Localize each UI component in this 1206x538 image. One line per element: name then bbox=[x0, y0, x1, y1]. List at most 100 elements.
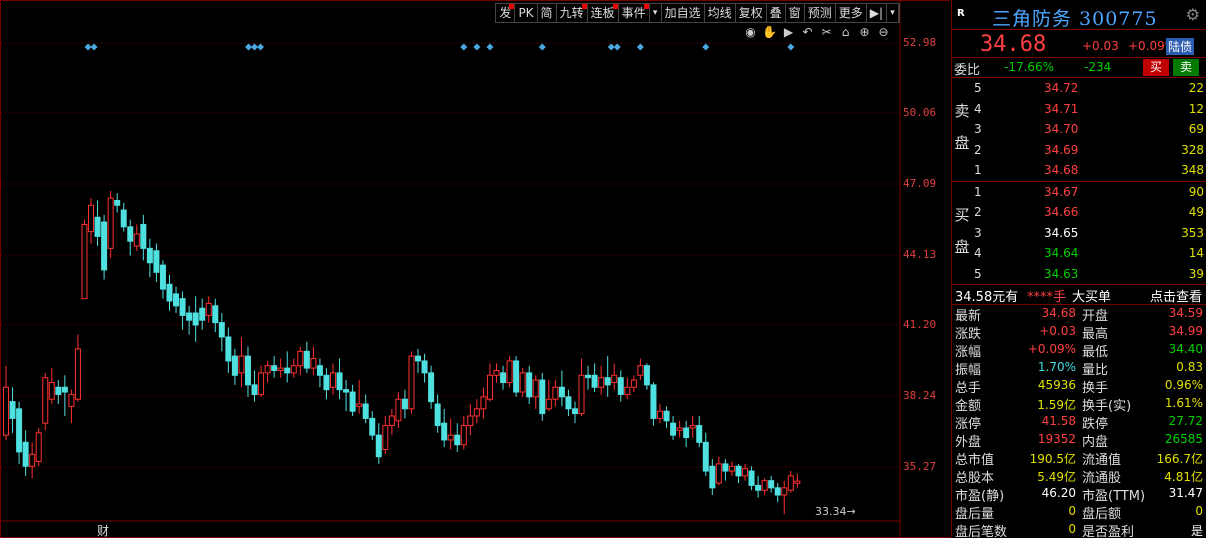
bids-row[interactable]: 3 34.65 353 bbox=[952, 223, 1206, 244]
toolbar-item-11[interactable]: 窗 bbox=[786, 4, 805, 22]
candle[interactable] bbox=[526, 365, 533, 405]
finance-tag[interactable]: 财 bbox=[97, 522, 109, 538]
event-marker-icon[interactable] bbox=[84, 43, 92, 51]
big-order-row[interactable]: 34.58元有 ****手 大买单 点击查看 bbox=[952, 285, 1206, 305]
event-marker-icon[interactable] bbox=[257, 43, 265, 51]
event-marker-icon[interactable] bbox=[607, 43, 615, 51]
toolbar-item-2[interactable]: 简 bbox=[538, 4, 557, 22]
candle[interactable] bbox=[500, 365, 507, 390]
candle[interactable] bbox=[55, 380, 62, 405]
candle[interactable] bbox=[663, 406, 670, 428]
candle[interactable] bbox=[670, 415, 677, 440]
candle[interactable] bbox=[48, 368, 55, 405]
candle[interactable] bbox=[643, 363, 650, 390]
play-icon[interactable]: ▶ bbox=[781, 25, 796, 40]
candle[interactable] bbox=[225, 327, 232, 373]
candle[interactable] bbox=[330, 363, 336, 395]
candle[interactable] bbox=[303, 341, 310, 373]
candle[interactable] bbox=[787, 471, 794, 493]
bids-row[interactable]: 4 34.64 14 bbox=[952, 243, 1206, 264]
candle[interactable] bbox=[421, 353, 428, 383]
toolbar-item-7[interactable]: 加自选 bbox=[662, 4, 705, 22]
candle[interactable] bbox=[630, 375, 637, 393]
candle[interactable] bbox=[460, 415, 467, 450]
candle[interactable] bbox=[637, 358, 644, 381]
candle[interactable] bbox=[513, 356, 520, 397]
undo-icon[interactable]: ↶ bbox=[800, 25, 815, 40]
candle[interactable] bbox=[755, 475, 762, 498]
event-marker-icon[interactable] bbox=[473, 43, 481, 51]
event-marker-icon[interactable] bbox=[613, 43, 621, 51]
candle[interactable] bbox=[415, 348, 422, 373]
asks-row[interactable]: 1 34.68 348 bbox=[952, 160, 1206, 181]
candle[interactable] bbox=[173, 286, 180, 314]
candle[interactable] bbox=[722, 459, 729, 481]
candle[interactable] bbox=[748, 466, 755, 491]
event-marker-icon[interactable] bbox=[538, 43, 546, 51]
candle[interactable] bbox=[310, 346, 317, 376]
candle[interactable] bbox=[140, 214, 147, 261]
candle[interactable] bbox=[545, 380, 552, 412]
candle[interactable] bbox=[133, 224, 140, 251]
candle[interactable] bbox=[434, 394, 441, 433]
candle[interactable] bbox=[231, 348, 238, 385]
candle[interactable] bbox=[768, 475, 775, 493]
toolbar-item-1[interactable]: PK bbox=[515, 4, 538, 22]
candle[interactable] bbox=[565, 389, 572, 416]
candle[interactable] bbox=[742, 463, 749, 481]
candle[interactable] bbox=[336, 358, 343, 400]
candle[interactable] bbox=[480, 387, 487, 419]
candle[interactable] bbox=[277, 358, 284, 378]
candle[interactable] bbox=[382, 415, 389, 455]
candle[interactable] bbox=[146, 238, 153, 278]
asks-row[interactable]: 3 34.70 69 bbox=[952, 119, 1206, 140]
candle[interactable] bbox=[408, 351, 415, 414]
candle[interactable] bbox=[369, 411, 376, 440]
candle[interactable] bbox=[284, 351, 291, 383]
candle[interactable] bbox=[74, 334, 81, 402]
buy-button[interactable]: 买 bbox=[1143, 59, 1169, 76]
candle[interactable] bbox=[388, 408, 395, 436]
candle[interactable] bbox=[159, 260, 166, 299]
candle[interactable] bbox=[218, 313, 225, 352]
asks-row[interactable]: 4 34.71 12 bbox=[952, 99, 1206, 120]
candle[interactable] bbox=[428, 365, 435, 409]
gear-icon[interactable]: ⚙ bbox=[1186, 5, 1200, 24]
candle[interactable] bbox=[571, 401, 578, 424]
event-marker-icon[interactable] bbox=[90, 43, 98, 51]
candle[interactable] bbox=[715, 456, 722, 486]
candle[interactable] bbox=[107, 190, 114, 258]
candle[interactable] bbox=[676, 420, 683, 438]
candle[interactable] bbox=[539, 372, 546, 421]
toolbar-item-15[interactable]: ▾ bbox=[887, 4, 899, 22]
event-marker-icon[interactable] bbox=[702, 43, 710, 51]
candle[interactable] bbox=[702, 432, 709, 476]
candle[interactable] bbox=[519, 368, 526, 397]
candle[interactable] bbox=[61, 375, 68, 416]
candle[interactable] bbox=[114, 193, 121, 213]
candle[interactable] bbox=[696, 415, 703, 448]
candle[interactable] bbox=[297, 346, 304, 376]
toolbar-item-13[interactable]: 更多 bbox=[836, 4, 867, 22]
candle[interactable] bbox=[29, 442, 36, 479]
candle[interactable] bbox=[166, 274, 173, 311]
toolbar-item-12[interactable]: 预测 bbox=[805, 4, 836, 22]
candle[interactable] bbox=[650, 382, 657, 426]
candle[interactable] bbox=[473, 399, 480, 424]
candle[interactable] bbox=[362, 394, 369, 424]
candle[interactable] bbox=[441, 408, 448, 448]
candle[interactable] bbox=[578, 358, 585, 416]
event-marker-icon[interactable] bbox=[787, 43, 795, 51]
candle[interactable] bbox=[88, 198, 95, 244]
asks-row[interactable]: 5 34.72 22 bbox=[952, 78, 1206, 99]
kline-chart-area[interactable]: 发 PK 简九转 连板 事件 ▾ 加自选 均线 复权叠窗预测 更多 ▶| ▾ ◉ ✋ ▶ ↶ ✂ ⌂ ⊕ ⊖ 52.… bbox=[0, 0, 950, 538]
bids-row[interactable]: 1 34.67 90 bbox=[952, 182, 1206, 203]
candle[interactable] bbox=[120, 202, 127, 232]
candle[interactable] bbox=[68, 389, 75, 424]
candle[interactable] bbox=[16, 401, 23, 464]
candle[interactable] bbox=[375, 423, 382, 464]
toolbar-item-4[interactable]: 连板 bbox=[588, 4, 619, 22]
toolbar-item-8[interactable]: 均线 bbox=[705, 4, 736, 22]
candle[interactable] bbox=[153, 243, 160, 282]
candle[interactable] bbox=[604, 356, 611, 397]
